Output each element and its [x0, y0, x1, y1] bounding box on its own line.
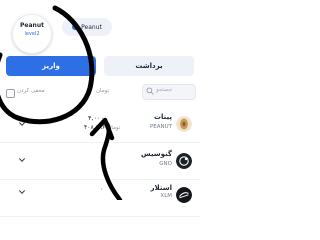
account-chip[interactable]: Peanut — [62, 18, 112, 36]
search-icon — [146, 87, 154, 95]
peanut-coin-icon — [176, 116, 192, 132]
hide-small-checkbox[interactable] — [6, 89, 15, 98]
asset-symbol: GNO — [159, 161, 172, 167]
asset-name: استلار — [150, 184, 173, 192]
fiat-unit: تومان — [107, 125, 121, 131]
asset-fiat-value: ۴۰۸,۵۸۶ تومان — [84, 124, 120, 131]
status-dot-icon — [72, 24, 79, 30]
asset-name: پینات — [153, 113, 172, 121]
chevron-down-icon[interactable] — [18, 156, 26, 164]
avatar-level: level2 — [24, 31, 40, 37]
asset-amount: ۴,۰۰۰ — [88, 114, 105, 122]
account-chip-label: Peanut — [81, 23, 102, 31]
deposit-button[interactable]: واریز — [6, 56, 96, 76]
toman-column-header: تومان — [96, 88, 110, 94]
gnosis-coin-icon — [176, 153, 192, 169]
asset-symbol: PEANUT — [149, 124, 172, 130]
asset-name: گنوسیس — [141, 150, 172, 158]
avatar-name: Peanut — [20, 22, 44, 29]
fiat-value: ۴۰۸,۵۸۶ — [84, 124, 106, 131]
stellar-coin-icon — [176, 187, 192, 203]
search-placeholder: جستجو — [156, 87, 173, 93]
hide-small-label: مخفی کردن — [17, 88, 45, 94]
chevron-down-icon[interactable] — [18, 120, 26, 128]
asset-symbol: XLM — [160, 193, 172, 199]
asset-amount: ۰ — [100, 185, 104, 193]
chevron-down-icon[interactable] — [18, 188, 26, 196]
withdraw-button[interactable]: برداشت — [104, 56, 194, 76]
